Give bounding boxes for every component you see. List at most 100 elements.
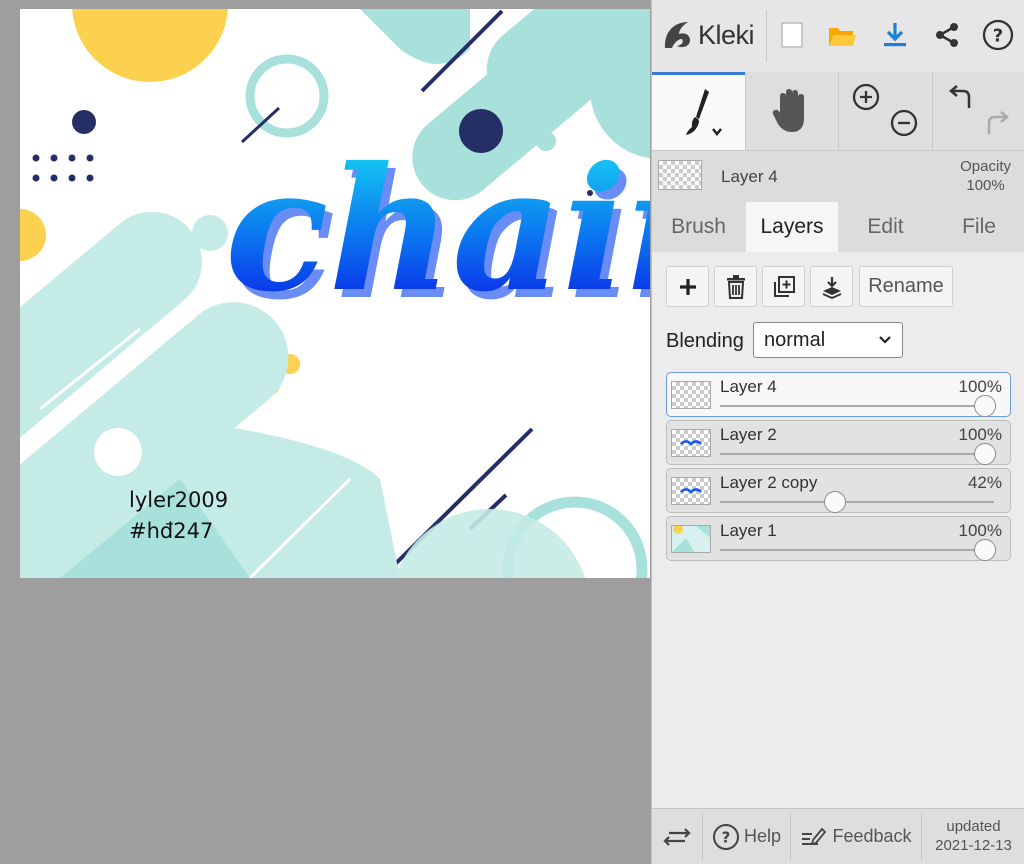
watermark-line1: lyler2009 [129,488,229,512]
layer-thumbnail-art [672,524,710,552]
blending-select[interactable]: normal [753,322,903,358]
help-label: Help [743,826,782,846]
zoom-in-button[interactable] [851,82,881,117]
tab-brush[interactable]: Brush [652,202,745,252]
app-logo[interactable]: Kleki [660,15,755,55]
layer-opacity-slider[interactable] [720,491,994,513]
layer-thumbnail-art [680,440,702,446]
brush-icon [685,88,722,136]
help-button[interactable]: ? [980,16,1016,54]
layer-name: Layer 2 copy [720,473,818,492]
merge-down-icon [822,276,841,299]
feedback-icon [802,827,827,845]
rename-layer-button[interactable]: Rename [859,266,953,307]
undo-redo-tool [933,72,1024,150]
drawing-canvas[interactable]: chaii chaii lyler2009 #hđ247 [20,9,650,578]
brush-tool[interactable] [652,72,745,150]
watermark-line2: #hđ247 [129,519,214,543]
feedback-label: Feedback [832,826,912,846]
lettering-main: chaii [225,130,650,330]
zoom-out-icon [890,109,918,137]
svg-text:?: ? [722,828,731,846]
current-layer-opacity[interactable]: Opacity 100% [960,157,1011,195]
tab-file[interactable]: File [933,202,1024,252]
zoom-out-button[interactable] [889,108,919,143]
layer-opacity-value: 100% [958,425,1002,444]
app-name: Kleki [698,19,755,50]
current-layer-thumbnail [658,160,702,190]
current-layer-name: Layer 4 [721,167,778,186]
svg-text:?: ? [993,26,1003,47]
download-icon [884,23,906,47]
zoom-in-icon [852,83,880,111]
slider-handle[interactable] [974,539,996,561]
top-toolbar: Kleki ? [652,0,1024,73]
new-file-icon [781,22,803,48]
layer-name: Layer 4 [720,377,777,396]
layer-thumbnail [671,477,711,505]
duplicate-icon [773,275,795,297]
share-button[interactable] [929,16,965,54]
help-link[interactable]: ? Help [703,809,790,864]
swap-side-button[interactable] [652,809,702,864]
redo-icon [987,111,1009,134]
updated-label: updated [946,818,1001,835]
panel-tabs: Brush Layers Edit File [652,202,1024,252]
blending-label: Blending [666,330,744,352]
layers-panel: Rename Blending normal Layer 4 100% Laye… [652,252,1024,808]
help-icon: ? [982,19,1014,51]
layer-thumbnail [671,524,711,553]
layer-item[interactable]: Layer 4 100% [666,372,1011,417]
hand-icon [772,89,804,132]
opacity-label: Opacity [960,158,1011,175]
layer-name: Layer 1 [720,521,777,540]
zoom-tool [839,72,932,150]
layer-name: Layer 2 [720,425,777,444]
open-button[interactable] [824,16,860,54]
bottom-bar: ? Help Feedback updated 2021-12-13 [652,808,1024,864]
layer-thumbnail [671,429,711,457]
slider-handle[interactable] [974,443,996,465]
slider-handle[interactable] [974,395,996,417]
updated-info: updated 2021-12-13 [922,817,1024,855]
layer-opacity-value: 100% [958,521,1002,540]
download-button[interactable] [877,16,913,54]
plus-icon [679,278,696,295]
tool-row [652,72,1024,151]
layer-opacity-slider[interactable] [720,395,996,417]
add-layer-button[interactable] [666,266,709,307]
artwork: chaii chaii [20,9,650,578]
layer-opacity-slider[interactable] [720,443,996,465]
layer-item[interactable]: Layer 2 copy 42% [666,468,1011,513]
chevron-down-icon [879,336,891,344]
open-folder-icon [829,28,856,46]
updated-date: 2021-12-13 [935,837,1012,854]
side-panel: Kleki ? Layer 4 Opacity 100% Brush Layer… [651,0,1024,864]
undo-icon [949,85,971,108]
layer-opacity-value: 42% [967,473,1002,492]
duplicate-layer-button[interactable] [762,266,805,307]
canvas-area[interactable]: chaii chaii lyler2009 #hđ247 [0,0,651,864]
layer-thumbnail [671,381,711,409]
feedback-link[interactable]: Feedback [791,809,921,864]
swap-arrows-icon [663,827,691,846]
merge-down-button[interactable] [810,266,853,307]
redo-button[interactable] [983,108,1013,143]
layer-item[interactable]: Layer 2 100% [666,420,1011,465]
delete-layer-button[interactable] [714,266,757,307]
tab-layers[interactable]: Layers [746,202,838,252]
help-circle-icon: ? [712,823,739,850]
kleki-logo-icon [664,22,690,48]
layer-item[interactable]: Layer 1 100% [666,516,1011,561]
tab-edit[interactable]: Edit [839,202,932,252]
share-icon [936,23,958,47]
layer-opacity-slider[interactable] [720,539,996,561]
blending-value: normal [764,328,826,351]
current-layer-info: Layer 4 Opacity 100% [652,150,1024,202]
new-file-button[interactable] [774,16,810,54]
yellow-sun-shape [72,9,228,82]
hand-tool[interactable] [746,72,838,150]
layer-thumbnail-art [680,488,702,494]
undo-button[interactable] [945,82,975,117]
slider-handle[interactable] [824,491,847,513]
